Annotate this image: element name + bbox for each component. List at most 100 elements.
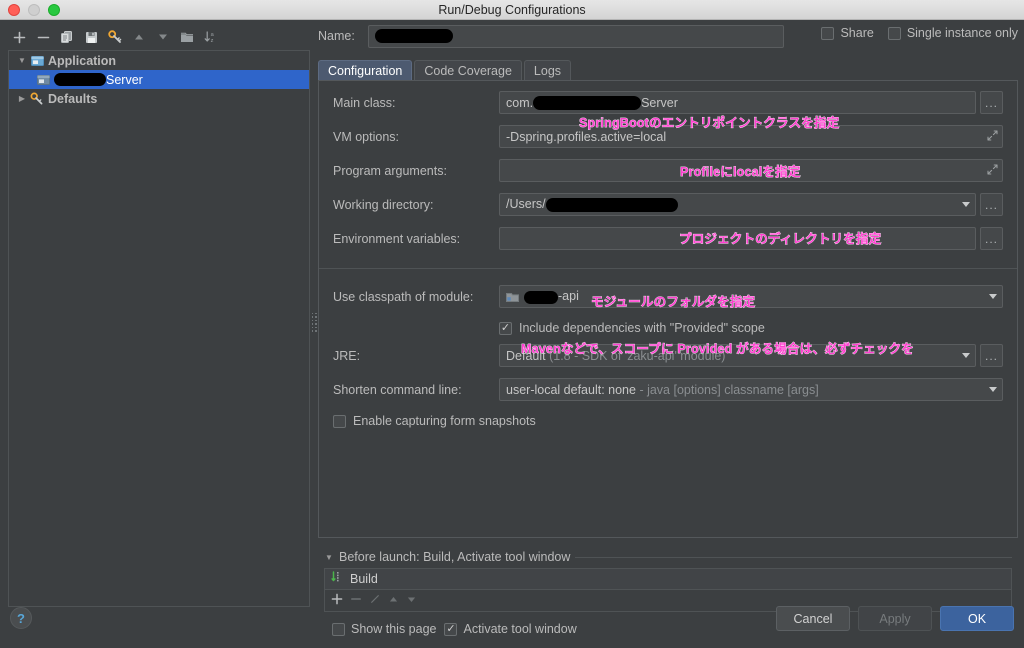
redacted-config-name: [54, 73, 106, 86]
tree-item-server-config[interactable]: Server: [9, 70, 309, 89]
enable-form-snapshots-checkbox[interactable]: [333, 414, 346, 428]
include-provided-checkbox[interactable]: [499, 321, 512, 335]
redacted-module-name: [524, 290, 558, 304]
ok-button[interactable]: OK: [940, 606, 1014, 631]
vm-options-value: -Dspring.profiles.active=local: [506, 129, 667, 144]
tab-configuration[interactable]: Configuration: [318, 60, 413, 80]
working-directory-value: /Users/: [506, 197, 957, 212]
single-instance-checkbox-row[interactable]: Single instance only: [887, 26, 1018, 40]
enable-form-snapshots-row[interactable]: Enable capturing form snapshots: [333, 412, 1003, 430]
chevron-down-icon[interactable]: ▼: [15, 56, 29, 65]
window-title: Run/Debug Configurations: [438, 2, 586, 17]
editor-tabs: Configuration Code Coverage Logs: [318, 58, 1018, 80]
jre-label: JRE:: [333, 348, 361, 363]
chevron-down-icon[interactable]: [984, 379, 1002, 400]
working-directory-browse-button[interactable]: ...: [980, 193, 1003, 216]
edit-defaults-wrench-icon[interactable]: [104, 27, 126, 47]
configurations-toolbar: a z: [8, 26, 308, 48]
working-directory-input[interactable]: /Users/: [499, 193, 976, 216]
window-title-bar: Run/Debug Configurations: [0, 0, 1024, 20]
defaults-icon: [29, 92, 45, 105]
help-button[interactable]: ?: [10, 607, 32, 629]
shorten-command-line-label: Shorten command line:: [333, 382, 462, 397]
tree-item-label: Defaults: [48, 91, 98, 106]
annotation-vm-options: Profileにlocalを指定: [680, 165, 801, 180]
shorten-command-line-select[interactable]: user-local default: none - java [options…: [499, 378, 1003, 401]
dialog-buttons: Cancel Apply OK: [776, 606, 1014, 631]
sort-alphabetically-button[interactable]: a z: [200, 27, 222, 47]
shorten-command-line-row: Shorten command line: user-local default…: [333, 378, 1003, 401]
copy-button[interactable]: [56, 27, 78, 47]
main-class-input[interactable]: com. Server: [499, 91, 976, 114]
run-config-icon: [35, 74, 51, 86]
main-class-prefix: com.: [506, 95, 534, 110]
share-checkbox[interactable]: [821, 26, 835, 40]
main-class-label: Main class:: [333, 95, 396, 110]
name-input[interactable]: [368, 24, 784, 48]
include-provided-label: Include dependencies with "Provided" sco…: [519, 321, 765, 335]
tab-logs[interactable]: Logs: [523, 60, 572, 80]
vm-options-label: VM options:: [333, 129, 400, 144]
working-directory-row: Working directory: /Users/ ...: [333, 193, 1003, 216]
tree-item-application[interactable]: ▼ Application: [9, 51, 309, 70]
run-debug-configurations-dialog: Run/Debug Configurations a z ▼ Applicati…: [0, 0, 1024, 648]
annotation-main-class: SpringBootのエントリポイントクラスを指定: [579, 116, 840, 131]
expand-icon[interactable]: [987, 163, 998, 178]
redacted-path: [545, 197, 678, 212]
chevron-down-icon[interactable]: [984, 286, 1002, 307]
single-instance-label: Single instance only: [906, 26, 1018, 40]
annotation-module: モジュールのフォルダを指定: [591, 295, 756, 310]
configurations-tree[interactable]: ▼ Application Server ▶ Defaults: [8, 50, 310, 607]
tree-item-label: Application: [48, 53, 117, 68]
chevron-down-icon[interactable]: [957, 194, 975, 215]
application-icon: [29, 55, 45, 67]
use-classpath-of-module-label: Use classpath of module:: [333, 289, 474, 304]
chevron-right-icon[interactable]: ▶: [15, 94, 29, 103]
main-class-browse-button[interactable]: ...: [980, 91, 1003, 114]
share-options: Share Single instance only: [821, 26, 1018, 40]
module-icon: [506, 291, 519, 303]
before-launch-header[interactable]: ▼ Before launch: Build, Activate tool wi…: [324, 550, 1018, 564]
main-class-row: Main class: com. Server ...: [333, 91, 1003, 114]
tree-item-label: Server: [106, 72, 143, 87]
apply-button[interactable]: Apply: [858, 606, 932, 631]
new-folder-button[interactable]: [176, 27, 198, 47]
redacted-name-value: [375, 29, 453, 43]
annotation-working-directory: プロジェクトのディレクトリを指定: [679, 232, 882, 247]
shorten-command-line-value: user-local default: none - java [options…: [506, 382, 819, 397]
before-launch-task-label: Build: [350, 572, 378, 586]
annotation-provided-scope: Mavenなどで、スコープに Provided がある場合は、必ずチェックを: [521, 342, 914, 357]
enable-form-snapshots-label: Enable capturing form snapshots: [353, 414, 536, 428]
svg-text:z: z: [211, 38, 214, 44]
jre-browse-button[interactable]: ...: [980, 344, 1003, 367]
include-provided-row[interactable]: Include dependencies with "Provided" sco…: [499, 319, 1003, 337]
share-checkbox-row[interactable]: Share: [821, 26, 874, 40]
form-divider: [319, 268, 1017, 269]
remove-button[interactable]: [32, 27, 54, 47]
cancel-button[interactable]: Cancel: [776, 606, 850, 631]
save-button[interactable]: [80, 27, 102, 47]
share-label: Share: [840, 26, 874, 40]
panel-splitter[interactable]: [311, 305, 317, 339]
tree-item-defaults[interactable]: ▶ Defaults: [9, 89, 309, 108]
name-label: Name:: [318, 29, 355, 43]
program-arguments-row: Program arguments:: [333, 159, 1003, 182]
move-up-button[interactable]: [128, 27, 150, 47]
tab-code-coverage[interactable]: Code Coverage: [414, 60, 522, 80]
expand-icon[interactable]: [987, 129, 998, 144]
environment-variables-label: Environment variables:: [333, 231, 461, 246]
dialog-footer: ? Cancel Apply OK: [0, 596, 1024, 648]
program-arguments-label: Program arguments:: [333, 163, 447, 178]
move-down-button[interactable]: [152, 27, 174, 47]
add-button[interactable]: [8, 27, 30, 47]
before-launch-title: Before launch: Build, Activate tool wind…: [339, 550, 571, 564]
chevron-down-icon[interactable]: ▼: [324, 553, 334, 562]
single-instance-checkbox[interactable]: [887, 26, 901, 40]
chevron-down-icon[interactable]: [957, 345, 975, 366]
environment-variables-browse-button[interactable]: ...: [980, 227, 1003, 250]
name-row: Name: Share Single instance only: [318, 24, 1018, 48]
before-launch-task-list[interactable]: Build: [324, 568, 1012, 590]
main-class-suffix: Server: [641, 95, 678, 110]
build-icon: [331, 571, 345, 587]
environment-variables-row: Environment variables: ...: [333, 227, 1003, 250]
